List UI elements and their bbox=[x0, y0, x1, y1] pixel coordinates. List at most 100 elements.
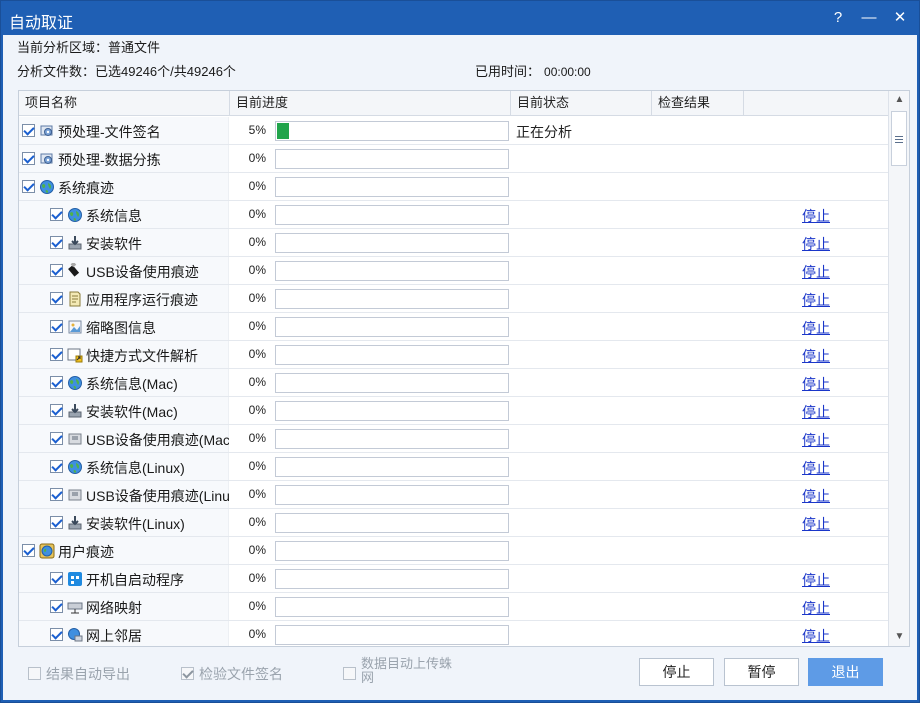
stop-button[interactable]: 停止 bbox=[639, 658, 714, 686]
task-row[interactable]: 预处理-文件签名 5% 正在分析 bbox=[19, 117, 888, 145]
help-button[interactable]: ? bbox=[827, 7, 849, 29]
task-row[interactable]: 安装软件 0% 停止 bbox=[19, 229, 888, 257]
task-checkbox[interactable] bbox=[50, 348, 63, 361]
column-header-result[interactable]: 检查结果 bbox=[652, 91, 744, 116]
task-stop-link[interactable]: 停止 bbox=[802, 626, 830, 646]
task-stop-link[interactable]: 停止 bbox=[802, 346, 830, 366]
task-checkbox[interactable] bbox=[50, 376, 63, 389]
task-stop-link[interactable]: 停止 bbox=[802, 206, 830, 226]
task-checkbox[interactable] bbox=[22, 544, 35, 557]
task-name-cell: 安装软件(Mac) bbox=[19, 397, 229, 424]
task-percent: 0% bbox=[248, 543, 266, 557]
auto-upload-checkbox[interactable] bbox=[343, 667, 356, 680]
task-stop-link[interactable]: 停止 bbox=[802, 318, 830, 338]
column-header-progress[interactable]: 目前进度 bbox=[230, 91, 511, 116]
minimize-button[interactable]: — bbox=[858, 7, 880, 29]
task-progress-bar bbox=[275, 289, 509, 309]
column-header-name[interactable]: 项目名称 bbox=[19, 91, 230, 116]
task-row[interactable]: 系统信息(Linux) 0% 停止 bbox=[19, 453, 888, 481]
verify-signature-checkbox[interactable] bbox=[181, 667, 194, 680]
task-stop-link[interactable]: 停止 bbox=[802, 430, 830, 450]
task-stop-link[interactable]: 停止 bbox=[802, 458, 830, 478]
task-stop-link[interactable]: 停止 bbox=[802, 262, 830, 282]
task-name: 安装软件(Linux) bbox=[86, 516, 185, 532]
task-progress-bar bbox=[275, 597, 509, 617]
task-name: 网络映射 bbox=[86, 600, 142, 616]
task-row[interactable]: 系统痕迹 0% bbox=[19, 173, 888, 201]
task-checkbox[interactable] bbox=[22, 152, 35, 165]
task-percent: 0% bbox=[248, 431, 266, 445]
task-checkbox[interactable] bbox=[50, 208, 63, 221]
scroll-up-arrow-icon[interactable]: ▲ bbox=[889, 91, 909, 109]
close-button[interactable]: ✕ bbox=[889, 7, 911, 29]
task-row[interactable]: USB设备使用痕迹(Mac) 0% 停止 bbox=[19, 425, 888, 453]
task-row[interactable]: 网络映射 0% 停止 bbox=[19, 593, 888, 621]
window-title: 自动取证 bbox=[9, 15, 74, 32]
task-checkbox[interactable] bbox=[50, 516, 63, 529]
task-checkbox[interactable] bbox=[50, 488, 63, 501]
task-stop-link[interactable]: 停止 bbox=[802, 598, 830, 618]
vertical-scrollbar[interactable]: ▲ ▼ bbox=[888, 91, 909, 646]
task-name-cell: USB设备使用痕迹 bbox=[19, 257, 229, 284]
task-progress-bar bbox=[275, 513, 509, 533]
thumb-grip-icon bbox=[895, 136, 903, 137]
task-checkbox[interactable] bbox=[50, 600, 63, 613]
task-percent: 0% bbox=[248, 627, 266, 641]
task-row[interactable]: 安装软件(Linux) 0% 停止 bbox=[19, 509, 888, 537]
task-name-cell: 快捷方式文件解析 bbox=[19, 341, 229, 368]
task-stop-link[interactable]: 停止 bbox=[802, 234, 830, 254]
task-stop-link[interactable]: 停止 bbox=[802, 374, 830, 394]
task-row[interactable]: 系统信息 0% 停止 bbox=[19, 201, 888, 229]
exit-button[interactable]: 退出 bbox=[808, 658, 883, 686]
install-icon bbox=[67, 515, 83, 531]
task-progress-bar bbox=[275, 485, 509, 505]
column-header-status[interactable]: 目前状态 bbox=[511, 91, 652, 116]
task-checkbox[interactable] bbox=[50, 572, 63, 585]
task-checkbox[interactable] bbox=[22, 180, 35, 193]
user-globe-icon bbox=[39, 543, 55, 559]
task-checkbox[interactable] bbox=[22, 124, 35, 137]
task-row[interactable]: 缩略图信息 0% 停止 bbox=[19, 313, 888, 341]
task-stop-link[interactable]: 停止 bbox=[802, 514, 830, 534]
task-row[interactable]: 快捷方式文件解析 0% 停止 bbox=[19, 341, 888, 369]
task-row[interactable]: 网上邻居 0% 停止 bbox=[19, 621, 888, 646]
scroll-thumb[interactable] bbox=[891, 111, 907, 166]
task-row[interactable]: 用户痕迹 0% bbox=[19, 537, 888, 565]
task-percent: 0% bbox=[248, 347, 266, 361]
scroll-down-arrow-icon[interactable]: ▼ bbox=[889, 628, 909, 646]
task-stop-link[interactable]: 停止 bbox=[802, 486, 830, 506]
task-percent: 0% bbox=[248, 179, 266, 193]
task-name: 系统信息(Linux) bbox=[86, 460, 185, 476]
task-row[interactable]: 系统信息(Mac) 0% 停止 bbox=[19, 369, 888, 397]
task-stop-link[interactable]: 停止 bbox=[802, 570, 830, 590]
task-row[interactable]: USB设备使用痕迹(Linux) 0% 停止 bbox=[19, 481, 888, 509]
file-count-value: 已选49246个/共49246个 bbox=[95, 64, 236, 79]
task-name-cell: USB设备使用痕迹(Mac) bbox=[19, 425, 229, 452]
task-checkbox[interactable] bbox=[50, 628, 63, 641]
task-stop-link[interactable]: 停止 bbox=[802, 402, 830, 422]
task-row[interactable]: 安装软件(Mac) 0% 停止 bbox=[19, 397, 888, 425]
task-percent: 0% bbox=[248, 319, 266, 333]
task-percent: 0% bbox=[248, 459, 266, 473]
task-percent: 0% bbox=[248, 403, 266, 417]
title-bar[interactable]: 自动取证 ? — ✕ bbox=[1, 1, 919, 35]
task-checkbox[interactable] bbox=[50, 460, 63, 473]
task-checkbox[interactable] bbox=[50, 292, 63, 305]
pause-button[interactable]: 暂停 bbox=[724, 658, 799, 686]
task-progress-bar bbox=[275, 457, 509, 477]
task-checkbox[interactable] bbox=[50, 320, 63, 333]
task-checkbox[interactable] bbox=[50, 264, 63, 277]
task-row[interactable]: 预处理-数据分拣 0% bbox=[19, 145, 888, 173]
task-row[interactable]: USB设备使用痕迹 0% 停止 bbox=[19, 257, 888, 285]
task-name-cell: 安装软件(Linux) bbox=[19, 509, 229, 536]
task-checkbox[interactable] bbox=[50, 404, 63, 417]
task-stop-link[interactable]: 停止 bbox=[802, 290, 830, 310]
task-checkbox[interactable] bbox=[50, 432, 63, 445]
task-name-cell: 系统信息(Linux) bbox=[19, 453, 229, 480]
task-name: 系统信息(Mac) bbox=[86, 376, 178, 392]
task-row[interactable]: 开机自启动程序 0% 停止 bbox=[19, 565, 888, 593]
task-checkbox[interactable] bbox=[50, 236, 63, 249]
elapsed-time-label: 已用时间： bbox=[475, 64, 541, 79]
auto-export-checkbox[interactable] bbox=[28, 667, 41, 680]
task-row[interactable]: 应用程序运行痕迹 0% 停止 bbox=[19, 285, 888, 313]
